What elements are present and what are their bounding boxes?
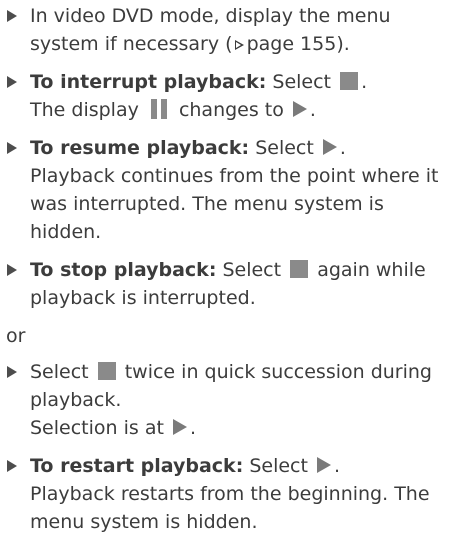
bullet-triangle-icon xyxy=(7,264,17,276)
step-interrupt-playback: To interrupt playback: Select . The disp… xyxy=(6,68,466,124)
bullet-triangle-icon xyxy=(7,142,17,154)
page-reference-arrow-icon xyxy=(234,40,244,50)
step-line: Playback continues from the point where … xyxy=(30,165,439,187)
bullet-triangle-icon xyxy=(7,10,17,22)
play-icon xyxy=(322,139,337,155)
step-line: To stop playback: Select again while xyxy=(30,259,426,281)
pause-icon xyxy=(149,99,169,119)
step-stop-twice: Select twice in quick succession during … xyxy=(6,358,466,442)
step-heading: To interrupt playback: xyxy=(30,71,267,93)
stop-square-icon xyxy=(290,260,309,278)
step-line: playback is interrupted. xyxy=(30,287,256,309)
step-stop-playback: To stop playback: Select again while pla… xyxy=(6,256,466,312)
play-icon xyxy=(172,419,187,435)
bullet-triangle-icon xyxy=(7,460,17,472)
step-resume-playback: To resume playback: Select . Playback co… xyxy=(6,134,466,246)
play-icon xyxy=(292,101,307,117)
instruction-page: In video DVD mode, display the menu syst… xyxy=(6,2,466,546)
step-line: The display changes to . xyxy=(30,99,316,121)
step-heading: To restart playback: xyxy=(30,455,244,477)
step-line: Playback restarts from the beginning. Th… xyxy=(30,483,430,505)
step-heading: To resume playback: xyxy=(30,137,250,159)
play-icon xyxy=(317,457,332,473)
step-display-menu: In video DVD mode, display the menu syst… xyxy=(6,2,466,58)
stop-square-icon xyxy=(340,72,359,90)
step-line: To interrupt playback: Select . xyxy=(30,71,368,93)
step-line: To restart playback: Select . xyxy=(30,455,341,477)
step-restart-playback: To restart playback: Select . Playback r… xyxy=(6,452,466,536)
step-line: Select twice in quick succession during xyxy=(30,361,432,383)
step-heading: To stop playback: xyxy=(30,259,217,281)
step-line: To resume playback: Select . xyxy=(30,137,346,159)
step-line: In video DVD mode, display the menu xyxy=(30,5,391,27)
step-line: was interrupted. The menu system is xyxy=(30,193,384,215)
step-line: Selection is at . xyxy=(30,417,197,439)
stop-square-icon xyxy=(97,362,116,380)
step-line: hidden. xyxy=(30,221,102,243)
bullet-triangle-icon xyxy=(7,76,17,88)
step-line: menu system is hidden. xyxy=(30,511,258,533)
or-separator: or xyxy=(6,325,26,347)
step-line: system if necessary (page 155). xyxy=(30,33,350,55)
step-line: playback. xyxy=(30,389,122,411)
bullet-triangle-icon xyxy=(7,366,17,378)
